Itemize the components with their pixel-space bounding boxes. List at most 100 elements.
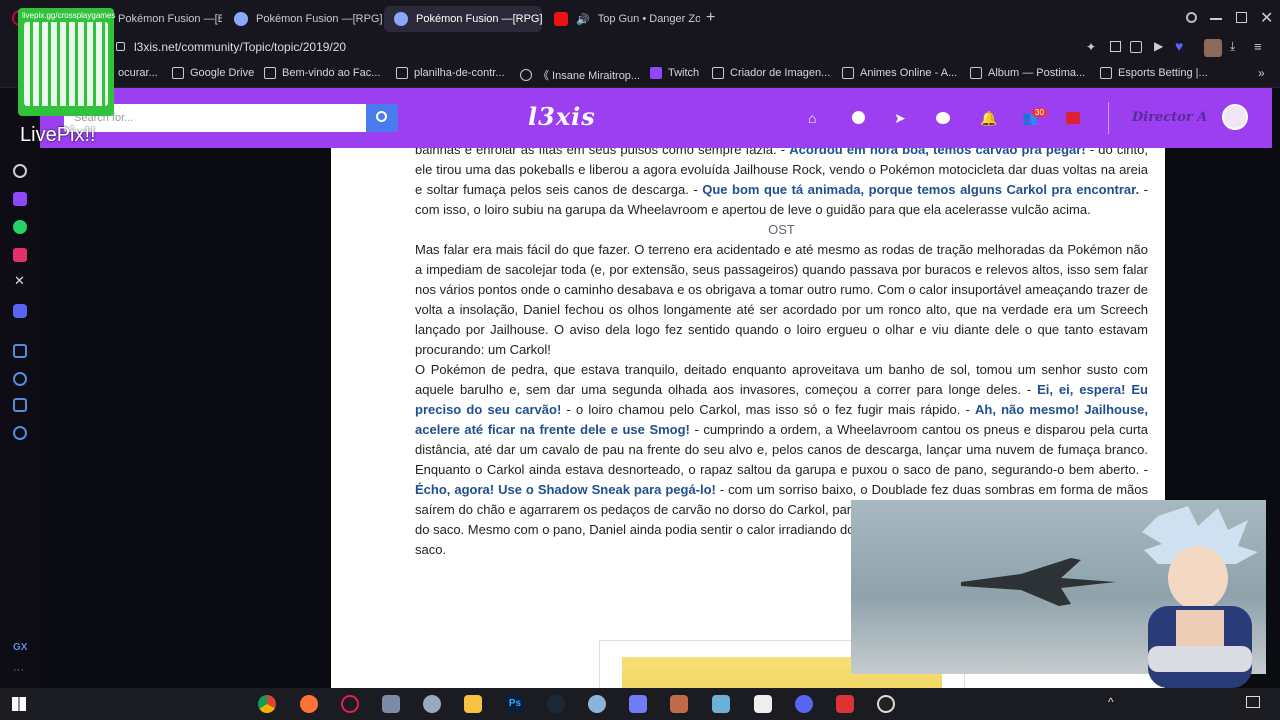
whatsapp-icon[interactable] [13,220,27,234]
tab-label: Pokémon Fusion —[Battle [118,13,222,25]
notifications-icon[interactable] [1246,696,1260,708]
extensions-icon[interactable] [13,398,27,412]
bookmarks-overflow-icon[interactable]: » [1258,66,1265,80]
discord-icon[interactable] [13,304,27,318]
tab-favicon-icon [394,12,408,26]
send-icon[interactable]: ➤ [894,110,910,126]
bookmark-item[interactable]: Google Drive [172,67,254,79]
twitch-icon[interactable] [13,192,27,206]
article-paragraph: Mas falar era mais fácil do que fazer. O… [415,242,1148,357]
streamer-avatar-image [1142,506,1258,688]
search-button[interactable] [366,104,398,132]
explorer-icon[interactable] [464,695,482,713]
bookmark-icon [712,67,724,79]
fighter-jet-image [961,558,1116,606]
home-icon[interactable]: ⌂ [808,110,824,126]
bookmark-icon [842,67,854,79]
windows-start-icon[interactable] [12,697,26,711]
username-label[interactable]: Director A [1132,110,1207,125]
menu-icon[interactable]: ≡ [1254,39,1262,54]
download-icon[interactable]: ⤓ [1230,39,1235,54]
tab-pokemon-rpg-active[interactable]: Pokémon Fusion —[RPG] [384,6,542,32]
article-paragraph: bainhas e enrolar as fitas em seus pulso… [415,148,1148,220]
avatar[interactable] [1222,104,1248,130]
tab-favicon-icon [234,12,248,26]
windows-taskbar: Ps ^ [0,688,1280,720]
x-icon[interactable]: ✕ [14,273,25,289]
tray-overflow-icon[interactable]: ^ [1108,695,1114,709]
settings-icon[interactable] [13,426,27,440]
opera-gx-icon[interactable] [341,695,359,713]
livepix-label: LivePix!! [20,124,96,146]
browser-tab-bar: Pokémon Fusion —[Battle Pokémon Fusion —… [0,0,1280,36]
bookmark-item[interactable]: Criador de Imagen... [712,67,830,79]
app-icon[interactable] [670,695,688,713]
photoshop-icon[interactable]: Ps [506,695,524,713]
close-window-button[interactable]: ✕ [1260,8,1273,28]
site-logo[interactable]: l3xis [528,102,596,131]
profile-avatar[interactable] [1204,39,1222,57]
aria-icon[interactable] [13,164,27,178]
bookmark-item[interactable]: Bem-vindo ao Fac... [264,67,380,79]
bookmark-item[interactable]: Twitch [650,67,699,79]
instagram-icon[interactable] [13,248,27,262]
tab-pokemon-rpg-1[interactable]: Pokémon Fusion —[RPG] [224,6,382,32]
app-icon[interactable] [712,695,730,713]
gx-corner-icon[interactable]: GX [13,642,27,653]
heart-icon[interactable]: ♥ [1175,38,1183,54]
bookmark-item[interactable]: 《 Insane Miraitrop... [520,67,640,83]
dialogue-text: Écho, agora! Use o Shadow Sneak para peg… [415,482,716,497]
play-icon[interactable]: ▶ [1154,39,1163,53]
bookmark-item[interactable]: planilha-de-contr... [396,67,505,79]
history-icon[interactable] [13,372,27,386]
gamepad-icon[interactable] [629,695,647,713]
video-editor-icon[interactable] [754,695,772,713]
discord-icon[interactable] [795,695,813,713]
block-icon[interactable] [1130,41,1142,53]
pin-icon[interactable]: ✦ [1086,40,1096,54]
chat-icon[interactable] [936,112,950,124]
bookmark-icon [1100,67,1112,79]
obs-icon[interactable] [877,695,895,713]
bell-icon[interactable]: 🔔 [980,110,997,126]
app-icon[interactable] [382,695,400,713]
app-icon[interactable] [836,695,854,713]
firefox-icon[interactable] [300,695,318,713]
qr-caption: livepix.gg/crossplaygames [22,11,116,20]
bookmark-item[interactable]: Animes Online - A... [842,67,957,79]
bookmarks-bar: ocurar... Google Drive Bem-vindo ao Fac.… [0,60,1280,88]
minimize-button[interactable] [1210,18,1222,20]
app-icon[interactable] [423,695,441,713]
notification-badge: 30 [1032,108,1047,117]
more-icon[interactable]: ··· [13,664,24,676]
browser-sidebar: ✕ GX ··· [0,88,40,688]
article-body: bainhas e enrolar as fitas em seus pulso… [415,148,1148,560]
bookmark-icon [970,67,982,79]
search-tabs-icon[interactable] [1186,12,1197,23]
restore-button[interactable] [1236,12,1247,23]
bookmark-icon [172,67,184,79]
header-divider [1108,102,1109,134]
tab-label: Pokémon Fusion —[RPG] [256,13,382,25]
new-tab-button[interactable]: + [706,10,715,26]
livepix-qr-code: livepix.gg/crossplaygames [18,8,116,116]
snapshot-icon[interactable] [1110,41,1121,52]
shop-icon[interactable] [1066,112,1080,124]
bookmark-item[interactable]: Album — Postima... [970,67,1085,79]
lock-icon [116,42,125,51]
bookmark-item[interactable]: Esports Betting |... [1100,67,1208,79]
dialogue-text: Que bom que tá animada, porque temos alg… [702,182,1140,197]
user-icon[interactable] [852,111,865,124]
search-icon [376,111,387,122]
bookmark-item[interactable]: ocurar... [118,67,158,79]
pin-icon[interactable] [13,344,27,358]
tab-top-gun[interactable]: 🔊 Top Gun • Danger Zon [544,6,700,32]
app-icon[interactable] [588,695,606,713]
address-bar: l3xis.net/community/Topic/topic/2019/20 … [0,36,1280,60]
steam-icon[interactable] [547,695,565,713]
chrome-icon[interactable] [258,695,276,713]
twitch-icon [650,67,662,79]
url-field[interactable]: l3xis.net/community/Topic/topic/2019/20 [134,40,346,54]
ost-link[interactable]: OST [415,220,1148,240]
tab-label: Top Gun • Danger Zon [597,13,700,25]
